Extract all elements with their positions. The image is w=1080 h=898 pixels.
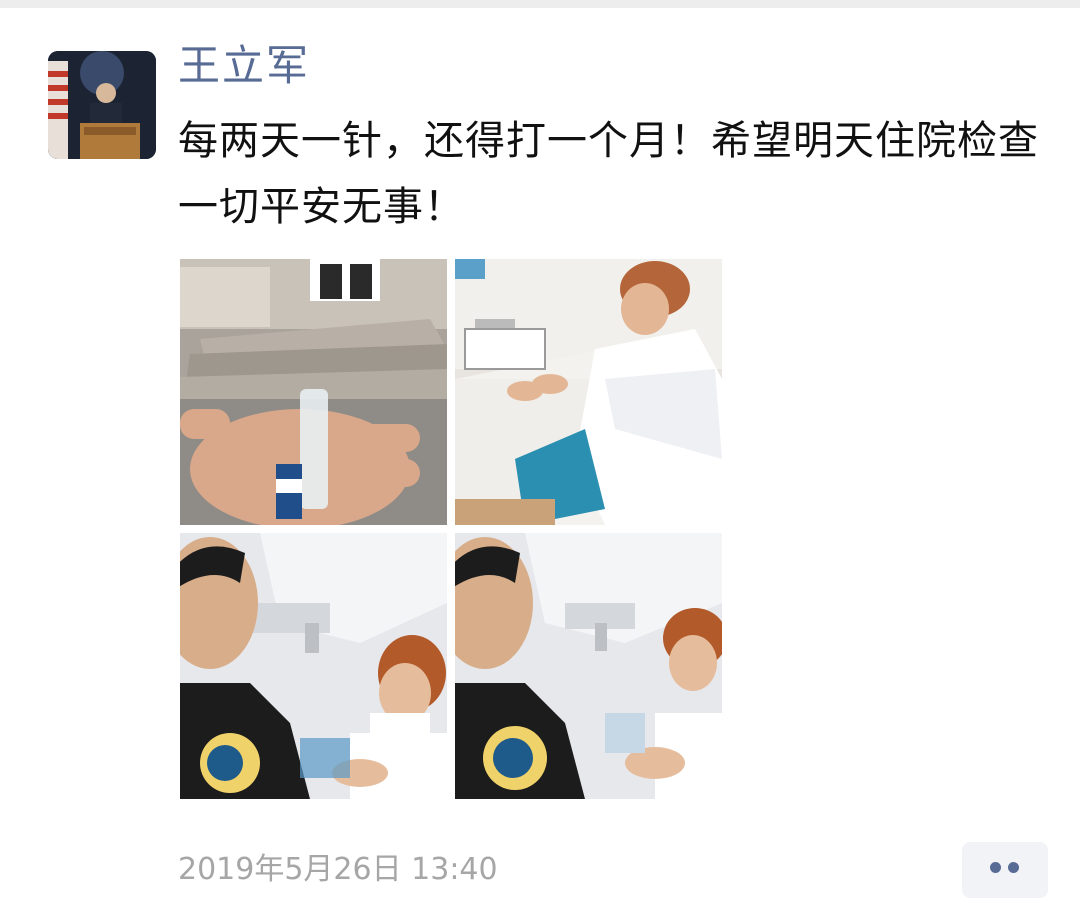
- more-dots-icon: [1008, 862, 1019, 873]
- post-timestamp: 2019年5月26日 13:40: [178, 852, 498, 887]
- author-avatar[interactable]: [48, 51, 156, 159]
- photo-nurse-preparing-syringe[interactable]: [455, 259, 722, 525]
- photo-vial-in-hand[interactable]: [180, 259, 447, 525]
- more-dots-icon: [990, 862, 1001, 873]
- top-divider-bar: [0, 0, 1080, 8]
- photo-selfie-with-nurse-2[interactable]: [455, 533, 722, 799]
- post-text: 每两天一针，还得打一个月！希望明天住院检查一切平安无事！: [178, 118, 1039, 230]
- photo-selfie-with-nurse-1[interactable]: [180, 533, 447, 799]
- avatar-image: [48, 51, 156, 159]
- author-name[interactable]: 王立军: [178, 40, 310, 92]
